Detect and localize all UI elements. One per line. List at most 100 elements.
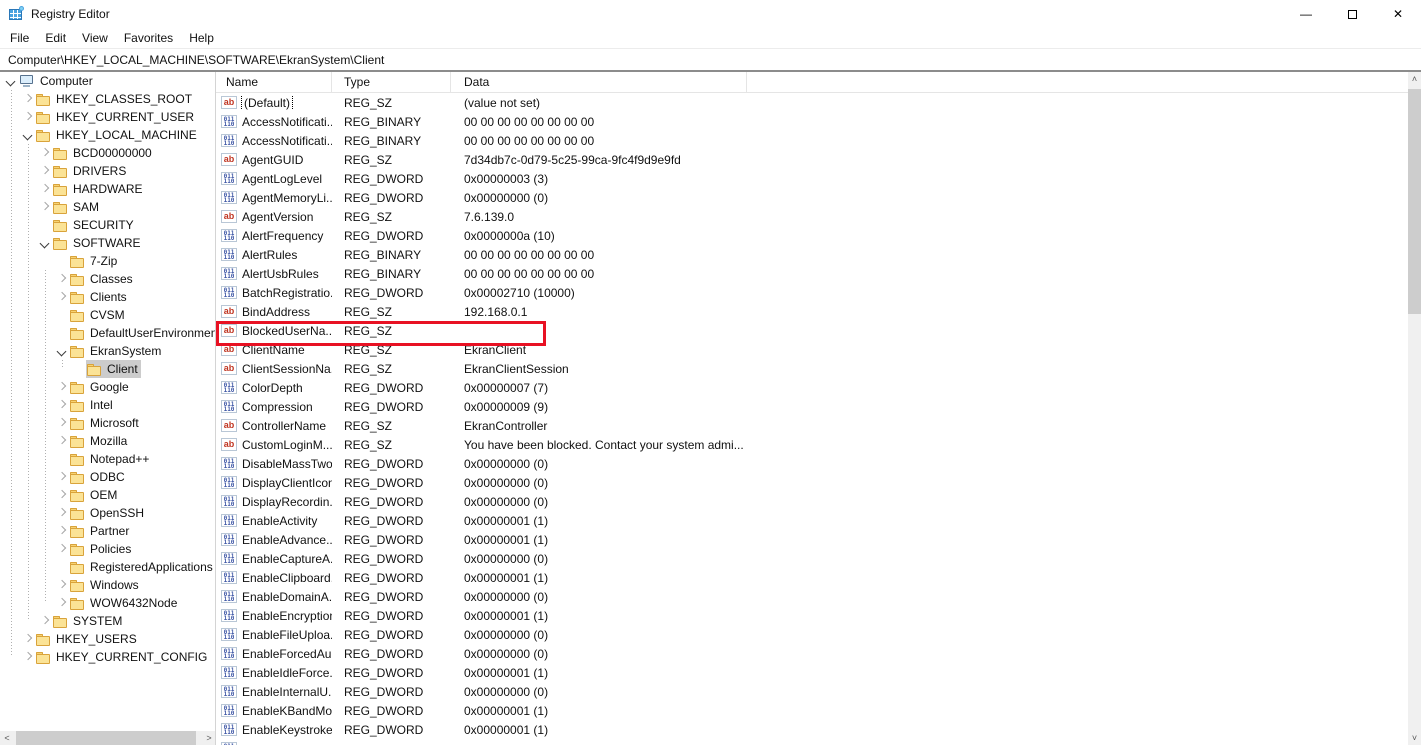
tree-item-odbc[interactable]: ODBC [0,468,215,486]
chevron-right-icon[interactable] [55,596,69,610]
tree-item-computer[interactable]: Computer [0,72,215,90]
value-row-enablefileuploa-[interactable]: 011110EnableFileUploa...REG_DWORD0x00000… [216,625,1408,644]
value-row-clientsessionna-[interactable]: abClientSessionNa...REG_SZEkranClientSes… [216,359,1408,378]
chevron-down-icon[interactable] [38,236,52,250]
value-row-displayclienticon[interactable]: 011110DisplayClientIconREG_DWORD0x000000… [216,473,1408,492]
tree-item-hkey-classes-root[interactable]: HKEY_CLASSES_ROOT [0,90,215,108]
tree-item-partner[interactable]: Partner [0,522,215,540]
value-row-alertfrequency[interactable]: 011110AlertFrequencyREG_DWORD0x0000000a … [216,226,1408,245]
value-row-enableidleforce-[interactable]: 011110EnableIdleForce...REG_DWORD0x00000… [216,663,1408,682]
chevron-right-icon[interactable] [38,614,52,628]
tree-item-hardware[interactable]: HARDWARE [0,180,215,198]
tree-item-sam[interactable]: SAM [0,198,215,216]
chevron-right-icon[interactable] [55,416,69,430]
chevron-right-icon[interactable] [55,380,69,394]
chevron-right-icon[interactable] [38,146,52,160]
column-header-type[interactable]: Type [332,72,451,92]
tree-item-hkey-local-machine[interactable]: HKEY_LOCAL_MACHINE [0,126,215,144]
chevron-right-icon[interactable] [55,578,69,592]
tree-item-policies[interactable]: Policies [0,540,215,558]
value-row-enablekeystrokes[interactable]: 011110EnableKeystrokesREG_DWORD0x0000000… [216,720,1408,739]
chevron-right-icon[interactable] [55,506,69,520]
tree-item-system[interactable]: SYSTEM [0,612,215,630]
tree-item-openssh[interactable]: OpenSSH [0,504,215,522]
tree-item-clients[interactable]: Clients [0,288,215,306]
chevron-right-icon[interactable] [21,650,35,664]
value-row-disablemasstwo-[interactable]: 011110DisableMassTwo...REG_DWORD0x000000… [216,454,1408,473]
chevron-down-icon[interactable] [55,344,69,358]
tree-item-cvsm[interactable]: CVSM [0,306,215,324]
tree-item-google[interactable]: Google [0,378,215,396]
value-row-accessnotificati-[interactable]: 011110AccessNotificati...REG_BINARY00 00… [216,131,1408,150]
tree-item-registeredapplications[interactable]: RegisteredApplications [0,558,215,576]
value-row-alertrules[interactable]: 011110AlertRulesREG_BINARY00 00 00 00 00… [216,245,1408,264]
value-row-compression[interactable]: 011110CompressionREG_DWORD0x00000009 (9) [216,397,1408,416]
tree-item-windows[interactable]: Windows [0,576,215,594]
value-row-blockeduserna-[interactable]: abBlockedUserNa...REG_SZ [216,321,1408,340]
value-row-colordepth[interactable]: 011110ColorDepthREG_DWORD0x00000007 (7) [216,378,1408,397]
close-button[interactable]: ✕ [1375,0,1421,28]
tree-item-ekransystem[interactable]: EkranSystem [0,342,215,360]
list-vertical-scrollbar[interactable]: ˄ ˅ [1408,72,1421,745]
tree-item-hkey-current-config[interactable]: HKEY_CURRENT_CONFIG [0,648,215,666]
value-row--default-[interactable]: ab(Default)REG_SZ(value not set) [216,93,1408,112]
address-bar[interactable]: Computer\HKEY_LOCAL_MACHINE\SOFTWARE\Ekr… [0,49,1421,72]
maximize-button[interactable] [1329,0,1375,28]
chevron-down-icon[interactable] [21,128,35,142]
value-row-enablecapturea-[interactable]: 011110EnableCaptureA...REG_DWORD0x000000… [216,549,1408,568]
list-scrollbar-thumb[interactable] [1408,89,1421,314]
tree-scrollbar-thumb[interactable] [16,731,196,745]
menu-item-favorites[interactable]: Favorites [116,31,181,45]
value-row-batchregistratio-[interactable]: 011110BatchRegistratio...REG_DWORD0x0000… [216,283,1408,302]
tree-horizontal-scrollbar[interactable]: ˂ ˃ [0,731,216,745]
tree-item-microsoft[interactable]: Microsoft [0,414,215,432]
tree-item-intel[interactable]: Intel [0,396,215,414]
scroll-down-icon[interactable]: ˅ [1408,731,1421,745]
value-row-alertusbrules[interactable]: 011110AlertUsbRulesREG_BINARY00 00 00 00… [216,264,1408,283]
chevron-right-icon[interactable] [21,110,35,124]
tree-item-wow6432node[interactable]: WOW6432Node [0,594,215,612]
column-header-data[interactable]: Data [451,72,747,92]
tree-item-bcd00000000[interactable]: BCD00000000 [0,144,215,162]
chevron-right-icon[interactable] [55,434,69,448]
value-row-enabledomaina-[interactable]: 011110EnableDomainA...REG_DWORD0x0000000… [216,587,1408,606]
chevron-right-icon[interactable] [21,632,35,646]
scroll-up-icon[interactable]: ˄ [1408,72,1421,86]
chevron-right-icon[interactable] [55,524,69,538]
column-header-name[interactable]: Name [216,72,332,92]
value-row-accessnotificati-[interactable]: 011110AccessNotificati...REG_BINARY00 00… [216,112,1408,131]
tree-item-notepad-[interactable]: Notepad++ [0,450,215,468]
value-row-agentmemoryli-[interactable]: 011110AgentMemoryLi...REG_DWORD0x0000000… [216,188,1408,207]
menu-item-help[interactable]: Help [181,31,222,45]
tree-item-oem[interactable]: OEM [0,486,215,504]
chevron-right-icon[interactable] [55,272,69,286]
menu-item-edit[interactable]: Edit [37,31,74,45]
value-row-enablekbandmo-[interactable]: 011110EnableKBandMo...REG_DWORD0x0000000… [216,701,1408,720]
value-row-displayrecordin-[interactable]: 011110DisplayRecordin...REG_DWORD0x00000… [216,492,1408,511]
value-row-agentversion[interactable]: abAgentVersionREG_SZ7.6.139.0 [216,207,1408,226]
chevron-down-icon[interactable] [4,74,18,88]
chevron-right-icon[interactable] [55,542,69,556]
value-row-clientname[interactable]: abClientNameREG_SZEkranClient [216,340,1408,359]
tree-item-7-zip[interactable]: 7-Zip [0,252,215,270]
tree-item-security[interactable]: SECURITY [0,216,215,234]
value-row-enableinternalu-[interactable]: 011110EnableInternalU...REG_DWORD0x00000… [216,682,1408,701]
value-row-enableclipboard-[interactable]: 011110EnableClipboard...REG_DWORD0x00000… [216,568,1408,587]
menu-item-view[interactable]: View [74,31,116,45]
chevron-right-icon[interactable] [38,182,52,196]
value-row-agentloglevel[interactable]: 011110AgentLogLevelREG_DWORD0x00000003 (… [216,169,1408,188]
value-row-bindaddress[interactable]: abBindAddressREG_SZ192.168.0.1 [216,302,1408,321]
scroll-left-icon[interactable]: ˂ [0,731,14,745]
value-row-enableforcedau-[interactable]: 011110EnableForcedAu...REG_DWORD0x000000… [216,644,1408,663]
chevron-right-icon[interactable] [21,92,35,106]
chevron-right-icon[interactable] [38,164,52,178]
chevron-right-icon[interactable] [55,290,69,304]
tree-item-classes[interactable]: Classes [0,270,215,288]
value-row-enableencryption[interactable]: 011110EnableEncryptionREG_DWORD0x0000000… [216,606,1408,625]
tree-item-drivers[interactable]: DRIVERS [0,162,215,180]
value-row-agentguid[interactable]: abAgentGUIDREG_SZ7d34db7c-0d79-5c25-99ca… [216,150,1408,169]
tree-item-client[interactable]: Client [0,360,215,378]
value-row-enableadvance-[interactable]: 011110EnableAdvance...REG_DWORD0x0000000… [216,530,1408,549]
tree-item-hkey-users[interactable]: HKEY_USERS [0,630,215,648]
chevron-right-icon[interactable] [55,398,69,412]
